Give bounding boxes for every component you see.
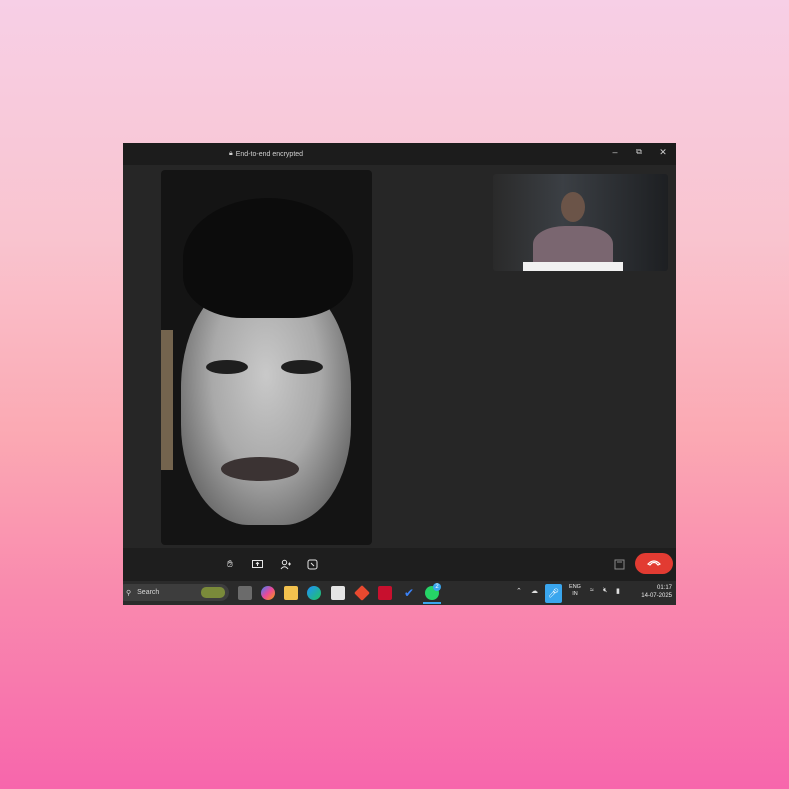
microphone-icon[interactable]: 🎤︎ bbox=[545, 584, 562, 603]
store-icon[interactable] bbox=[331, 586, 345, 600]
wifi-icon[interactable]: ≈ bbox=[590, 587, 594, 594]
effects-icon[interactable] bbox=[304, 556, 320, 572]
todo-icon[interactable]: ✔ bbox=[402, 586, 416, 600]
clock-date: 14-07-2025 bbox=[641, 593, 672, 599]
taskbar-clock[interactable]: 01:17 14-07-2025 bbox=[630, 584, 672, 600]
screen-share-icon[interactable] bbox=[249, 556, 265, 572]
restore-icon[interactable]: ⧉ bbox=[632, 147, 646, 157]
taskbar-search[interactable]: ⚲ Search bbox=[123, 584, 229, 601]
desktop-screen: 🔒︎ End-to-end encrypted – ⧉ ✕ ✋︎ ⚲ Searc… bbox=[123, 143, 676, 605]
encryption-status: 🔒︎ End-to-end encrypted bbox=[229, 150, 303, 158]
search-highlight-icon bbox=[201, 587, 225, 598]
whatsapp-badge: 2 bbox=[433, 583, 441, 591]
video-main[interactable] bbox=[161, 170, 372, 545]
speaker-mute-icon[interactable]: 🔇︎ bbox=[603, 587, 607, 595]
self-lamp bbox=[523, 262, 623, 271]
task-view-icon[interactable] bbox=[238, 586, 252, 600]
add-person-icon[interactable] bbox=[277, 556, 293, 572]
copilot-icon[interactable] bbox=[261, 586, 275, 600]
git-icon[interactable] bbox=[354, 585, 370, 601]
language-indicator[interactable]: ENG IN bbox=[568, 584, 582, 598]
end-call-icon bbox=[646, 558, 662, 569]
call-stage bbox=[123, 165, 676, 548]
region-code: IN bbox=[572, 591, 578, 597]
chevron-up-icon[interactable]: ⌃ bbox=[516, 587, 522, 595]
end-call-button[interactable] bbox=[635, 553, 673, 574]
video-toggle-icon[interactable] bbox=[611, 556, 627, 572]
cloud-icon[interactable]: ☁︎ bbox=[531, 587, 538, 595]
active-app-indicator bbox=[423, 602, 441, 604]
search-placeholder: Search bbox=[137, 589, 160, 596]
background-light bbox=[161, 330, 173, 470]
participant-eye-right bbox=[281, 360, 323, 374]
language-code: ENG bbox=[569, 584, 581, 590]
raise-hand-icon[interactable]: ✋︎ bbox=[222, 556, 238, 572]
self-head bbox=[561, 192, 585, 222]
close-icon[interactable]: ✕ bbox=[656, 147, 670, 158]
titlebar: 🔒︎ End-to-end encrypted – ⧉ ✕ bbox=[123, 143, 676, 165]
mcafee-icon[interactable] bbox=[378, 586, 392, 600]
lock-icon: 🔒︎ bbox=[229, 150, 233, 157]
video-pip[interactable] bbox=[493, 174, 668, 271]
participant-hair bbox=[183, 198, 353, 318]
participant-mouth bbox=[221, 457, 299, 481]
taskbar: ⚲ Search ✔ 2 ⌃ ☁︎ 🎤︎ ENG IN ≈ 🔇︎ ▮ 01:17… bbox=[123, 581, 676, 605]
edge-icon[interactable] bbox=[307, 586, 321, 600]
search-icon: ⚲ bbox=[126, 589, 132, 597]
clock-time: 01:17 bbox=[656, 585, 672, 591]
encryption-label: End-to-end encrypted bbox=[235, 150, 304, 158]
battery-icon[interactable]: ▮ bbox=[616, 587, 620, 595]
participant-eye-left bbox=[206, 360, 248, 374]
call-toolbar: ✋︎ bbox=[123, 548, 676, 581]
file-explorer-icon[interactable] bbox=[284, 586, 298, 600]
minimize-icon[interactable]: – bbox=[608, 147, 622, 157]
